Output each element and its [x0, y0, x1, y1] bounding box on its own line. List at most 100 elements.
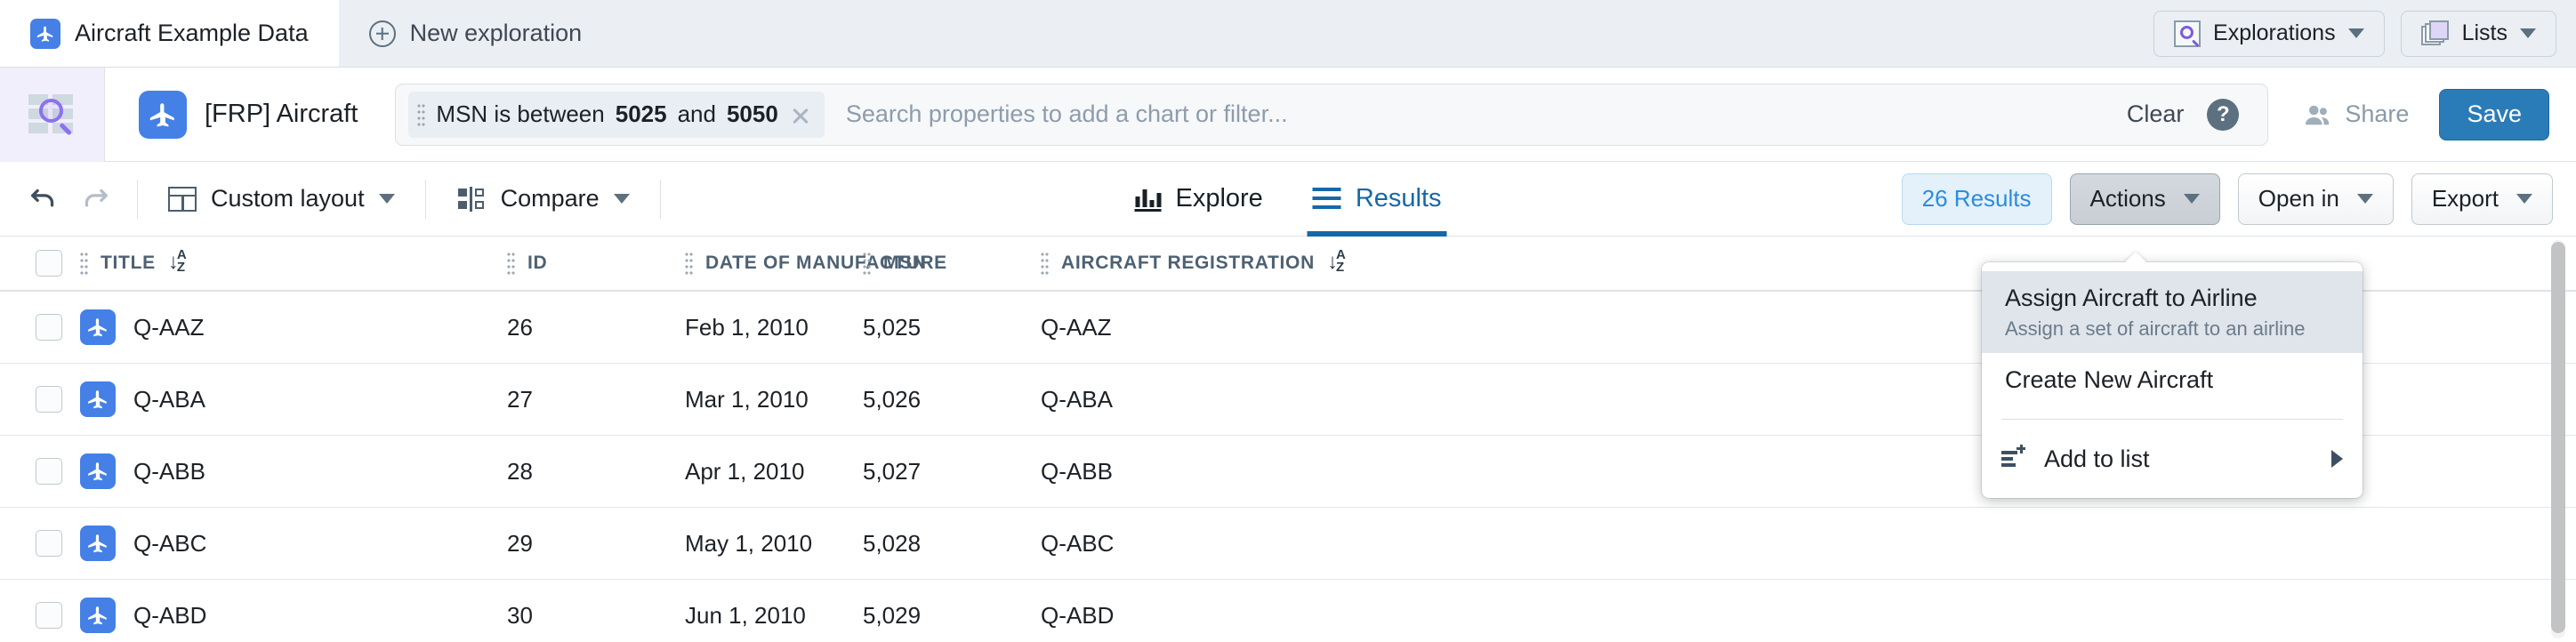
undo-button[interactable]	[18, 173, 69, 225]
row-title-link[interactable]: Q-AAZ	[133, 314, 204, 341]
chevron-right-icon	[2331, 450, 2343, 468]
redo-button[interactable]	[69, 173, 121, 225]
drag-handle-icon[interactable]	[863, 252, 871, 275]
select-all-checkbox[interactable]	[36, 250, 62, 277]
object-type-name: [FRP] Aircraft	[205, 100, 358, 128]
tab-aircraft-example-data[interactable]: Aircraft Example Data	[0, 0, 339, 67]
row-checkbox[interactable]	[36, 602, 62, 629]
undo-icon	[31, 189, 54, 206]
filter-chip-conjunction: and	[677, 100, 716, 127]
actions-dropdown-menu: Assign Aircraft to Airline Assign a set …	[1982, 262, 2363, 498]
row-title-link[interactable]: Q-ABA	[133, 386, 205, 413]
compare-icon	[456, 186, 487, 212]
column-label: MSN	[883, 253, 927, 273]
explorations-button[interactable]: Explorations	[2153, 10, 2385, 57]
drag-handle-icon[interactable]	[1041, 252, 1049, 275]
export-label: Export	[2431, 185, 2499, 212]
select-all-cell	[18, 250, 80, 277]
row-checkbox[interactable]	[36, 314, 62, 341]
cell-id: 27	[507, 385, 533, 413]
cell-title: Q-ABD	[80, 598, 507, 633]
open-in-button[interactable]: Open in	[2237, 173, 2394, 225]
sort-az-icon[interactable]: ↓ A Z	[168, 248, 191, 277]
row-checkbox[interactable]	[36, 530, 62, 557]
table-row[interactable]: Q-ABD 30 Jun 1, 2010 5,029 Q-ABD	[0, 580, 2576, 642]
custom-layout-label: Custom layout	[211, 185, 365, 212]
table-search-icon	[28, 91, 76, 138]
row-title-link[interactable]: Q-ABC	[133, 530, 206, 558]
search-row-actions: Share Save	[2268, 88, 2576, 140]
save-button[interactable]: Save	[2439, 88, 2549, 140]
column-label: TITLE	[101, 253, 156, 273]
compare-button[interactable]: Compare	[442, 173, 644, 225]
plus-circle-icon	[368, 20, 396, 47]
clear-filters-button[interactable]: Clear ?	[2104, 84, 2263, 146]
sidebar-item-object-search[interactable]	[0, 67, 105, 162]
chevron-down-icon	[2520, 28, 2536, 38]
menu-item-create-new-aircraft[interactable]: Create New Aircraft	[1982, 353, 2363, 408]
tab-results[interactable]: Results	[1307, 162, 1447, 237]
aircraft-icon	[80, 381, 116, 417]
table-row[interactable]: Q-ABC 29 May 1, 2010 5,028 Q-ABC	[0, 508, 2576, 580]
cell-date-of-manufacture: Feb 1, 2010	[685, 313, 809, 341]
cell-date-of-manufacture: Mar 1, 2010	[685, 385, 809, 413]
column-header-id[interactable]: ID	[507, 252, 685, 275]
cell-title: Q-ABA	[80, 381, 507, 417]
row-title-link[interactable]: Q-ABB	[133, 458, 205, 486]
actions-button[interactable]: Actions	[2069, 173, 2220, 225]
chevron-down-icon	[2356, 194, 2373, 204]
stacked-squares-icon	[2420, 20, 2450, 47]
row-checkbox[interactable]	[36, 386, 62, 413]
column-header-aircraft-registration[interactable]: AIRCRAFT REGISTRATION ↓ A Z	[1041, 248, 1397, 277]
add-to-list-icon	[2001, 444, 2026, 470]
redo-icon	[85, 189, 108, 206]
tab-new-exploration[interactable]: New exploration	[339, 0, 613, 67]
tab-explore[interactable]: Explore	[1129, 162, 1268, 237]
column-header-date-of-manufacture[interactable]: DATE OF MANUFACTURE	[685, 252, 946, 275]
filter-chip-value-to: 5050	[726, 100, 778, 127]
search-input[interactable]	[824, 100, 2104, 128]
table-vertical-scrollbar[interactable]	[2551, 240, 2565, 638]
layout-icon	[168, 186, 197, 212]
help-icon[interactable]: ?	[2207, 98, 2240, 131]
filter-search-container: MSN is between 5025 and 5050 Clear ?	[395, 83, 2269, 146]
filter-chip-prefix: MSN is between	[436, 100, 605, 127]
bar-chart-icon	[1134, 187, 1162, 212]
custom-layout-button[interactable]: Custom layout	[154, 173, 409, 225]
menu-item-add-to-list[interactable]: Add to list	[1982, 430, 2363, 487]
sort-az-icon[interactable]: ↓ A Z	[1327, 248, 1350, 277]
column-label: ID	[527, 253, 548, 273]
cell-date-of-manufacture: Apr 1, 2010	[685, 457, 805, 485]
remove-filter-icon[interactable]	[789, 103, 812, 126]
drag-handle-icon[interactable]	[80, 252, 88, 275]
cell-id: 29	[507, 529, 533, 557]
cell-aircraft-registration: Q-ABC	[1041, 529, 1115, 557]
lists-button[interactable]: Lists	[2400, 10, 2556, 57]
row-title-link[interactable]: Q-ABD	[133, 602, 206, 630]
browser-tab-bar: Aircraft Example Data New exploration Ex…	[0, 0, 2576, 68]
chevron-down-icon	[378, 194, 395, 204]
results-count-badge[interactable]: 26 Results	[1901, 173, 2052, 225]
clear-label: Clear	[2126, 100, 2185, 127]
tab-results-label: Results	[1355, 184, 1442, 213]
export-button[interactable]: Export	[2411, 173, 2553, 225]
column-header-msn[interactable]: MSN	[863, 252, 1041, 275]
explorations-label: Explorations	[2213, 20, 2336, 45]
row-select-cell	[18, 458, 80, 485]
aircraft-icon	[80, 309, 116, 345]
search-filter-bar: [FRP] Aircraft MSN is between 5025 and 5…	[0, 67, 2576, 162]
cell-title: Q-ABC	[80, 526, 507, 561]
scrollbar-thumb[interactable]	[2551, 242, 2565, 633]
drag-handle-icon[interactable]	[417, 102, 426, 126]
drag-handle-icon[interactable]	[685, 252, 693, 275]
drag-handle-icon[interactable]	[507, 252, 515, 275]
menu-item-assign-aircraft-to-airline[interactable]: Assign Aircraft to Airline Assign a set …	[1982, 271, 2363, 353]
menu-item-label: Assign Aircraft to Airline	[2005, 285, 2258, 311]
column-header-title[interactable]: TITLE ↓ A Z	[80, 248, 507, 277]
share-button[interactable]: Share	[2304, 100, 2409, 128]
cell-msn: 5,029	[863, 601, 922, 629]
row-select-cell	[18, 530, 80, 557]
cell-msn: 5,026	[863, 385, 922, 413]
row-checkbox[interactable]	[36, 458, 62, 485]
filter-chip-msn-range[interactable]: MSN is between 5025 and 5050	[408, 91, 825, 138]
